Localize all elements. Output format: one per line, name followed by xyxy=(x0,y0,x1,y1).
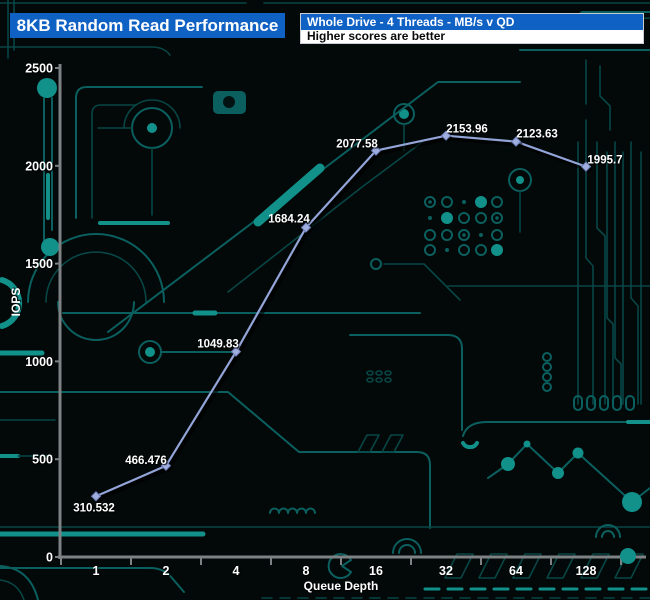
x-tick-label: 64 xyxy=(509,564,523,578)
performance-line-chart: 0 500 1000 1500 2000 2500 1 2 4 8 16 32 64 128 Queue D… xyxy=(0,0,650,600)
y-tick-label: 0 xyxy=(46,551,53,565)
x-axis-title: Queue Depth xyxy=(304,579,379,593)
chart-title-bar: 8KB Random Read Performance xyxy=(10,13,285,38)
chart-page: 0 500 1000 1500 2000 2500 1 2 4 8 16 32 64 128 Queue D… xyxy=(0,0,650,600)
data-point-label: 1049.83 xyxy=(197,339,239,351)
y-tick-label: 1500 xyxy=(25,257,53,271)
data-point-label: 1995.7 xyxy=(587,155,622,167)
y-tick-label: 1000 xyxy=(25,355,53,369)
x-tick-label: 8 xyxy=(303,564,310,578)
axis-end-pad-decoration xyxy=(620,548,636,564)
chart-layer: 0 500 1000 1500 2000 2500 1 2 4 8 16 32 64 128 Queue D… xyxy=(9,62,646,594)
data-point-label: 2123.63 xyxy=(516,129,558,141)
y-tick-label: 2000 xyxy=(25,159,53,173)
series-line xyxy=(96,136,586,497)
legend-series-label: Whole Drive - 4 Threads - MB/s v QD xyxy=(301,14,643,30)
data-point-label: 2153.96 xyxy=(446,124,488,136)
y-axis-title: IOPS xyxy=(9,288,23,317)
x-tick-label: 1 xyxy=(93,564,100,578)
x-tick-label: 4 xyxy=(233,564,240,578)
data-point-label: 1684.24 xyxy=(268,214,310,226)
legend-note: Higher scores are better xyxy=(301,30,643,43)
x-tick-label: 2 xyxy=(163,564,170,578)
x-tick-label: 32 xyxy=(439,564,453,578)
data-point-label: 2077.58 xyxy=(336,139,378,151)
legend-box: Whole Drive - 4 Threads - MB/s v QD High… xyxy=(300,13,644,44)
x-tick-label: 128 xyxy=(576,564,597,578)
y-tick-label: 500 xyxy=(32,453,53,467)
chart-title: 8KB Random Read Performance xyxy=(17,16,279,35)
series-line-shadow xyxy=(99,138,589,499)
data-point-label: 466.476 xyxy=(125,455,167,467)
data-point-label: 310.532 xyxy=(73,502,115,514)
y-tick-label: 2500 xyxy=(25,62,53,76)
x-tick-label: 16 xyxy=(369,564,383,578)
